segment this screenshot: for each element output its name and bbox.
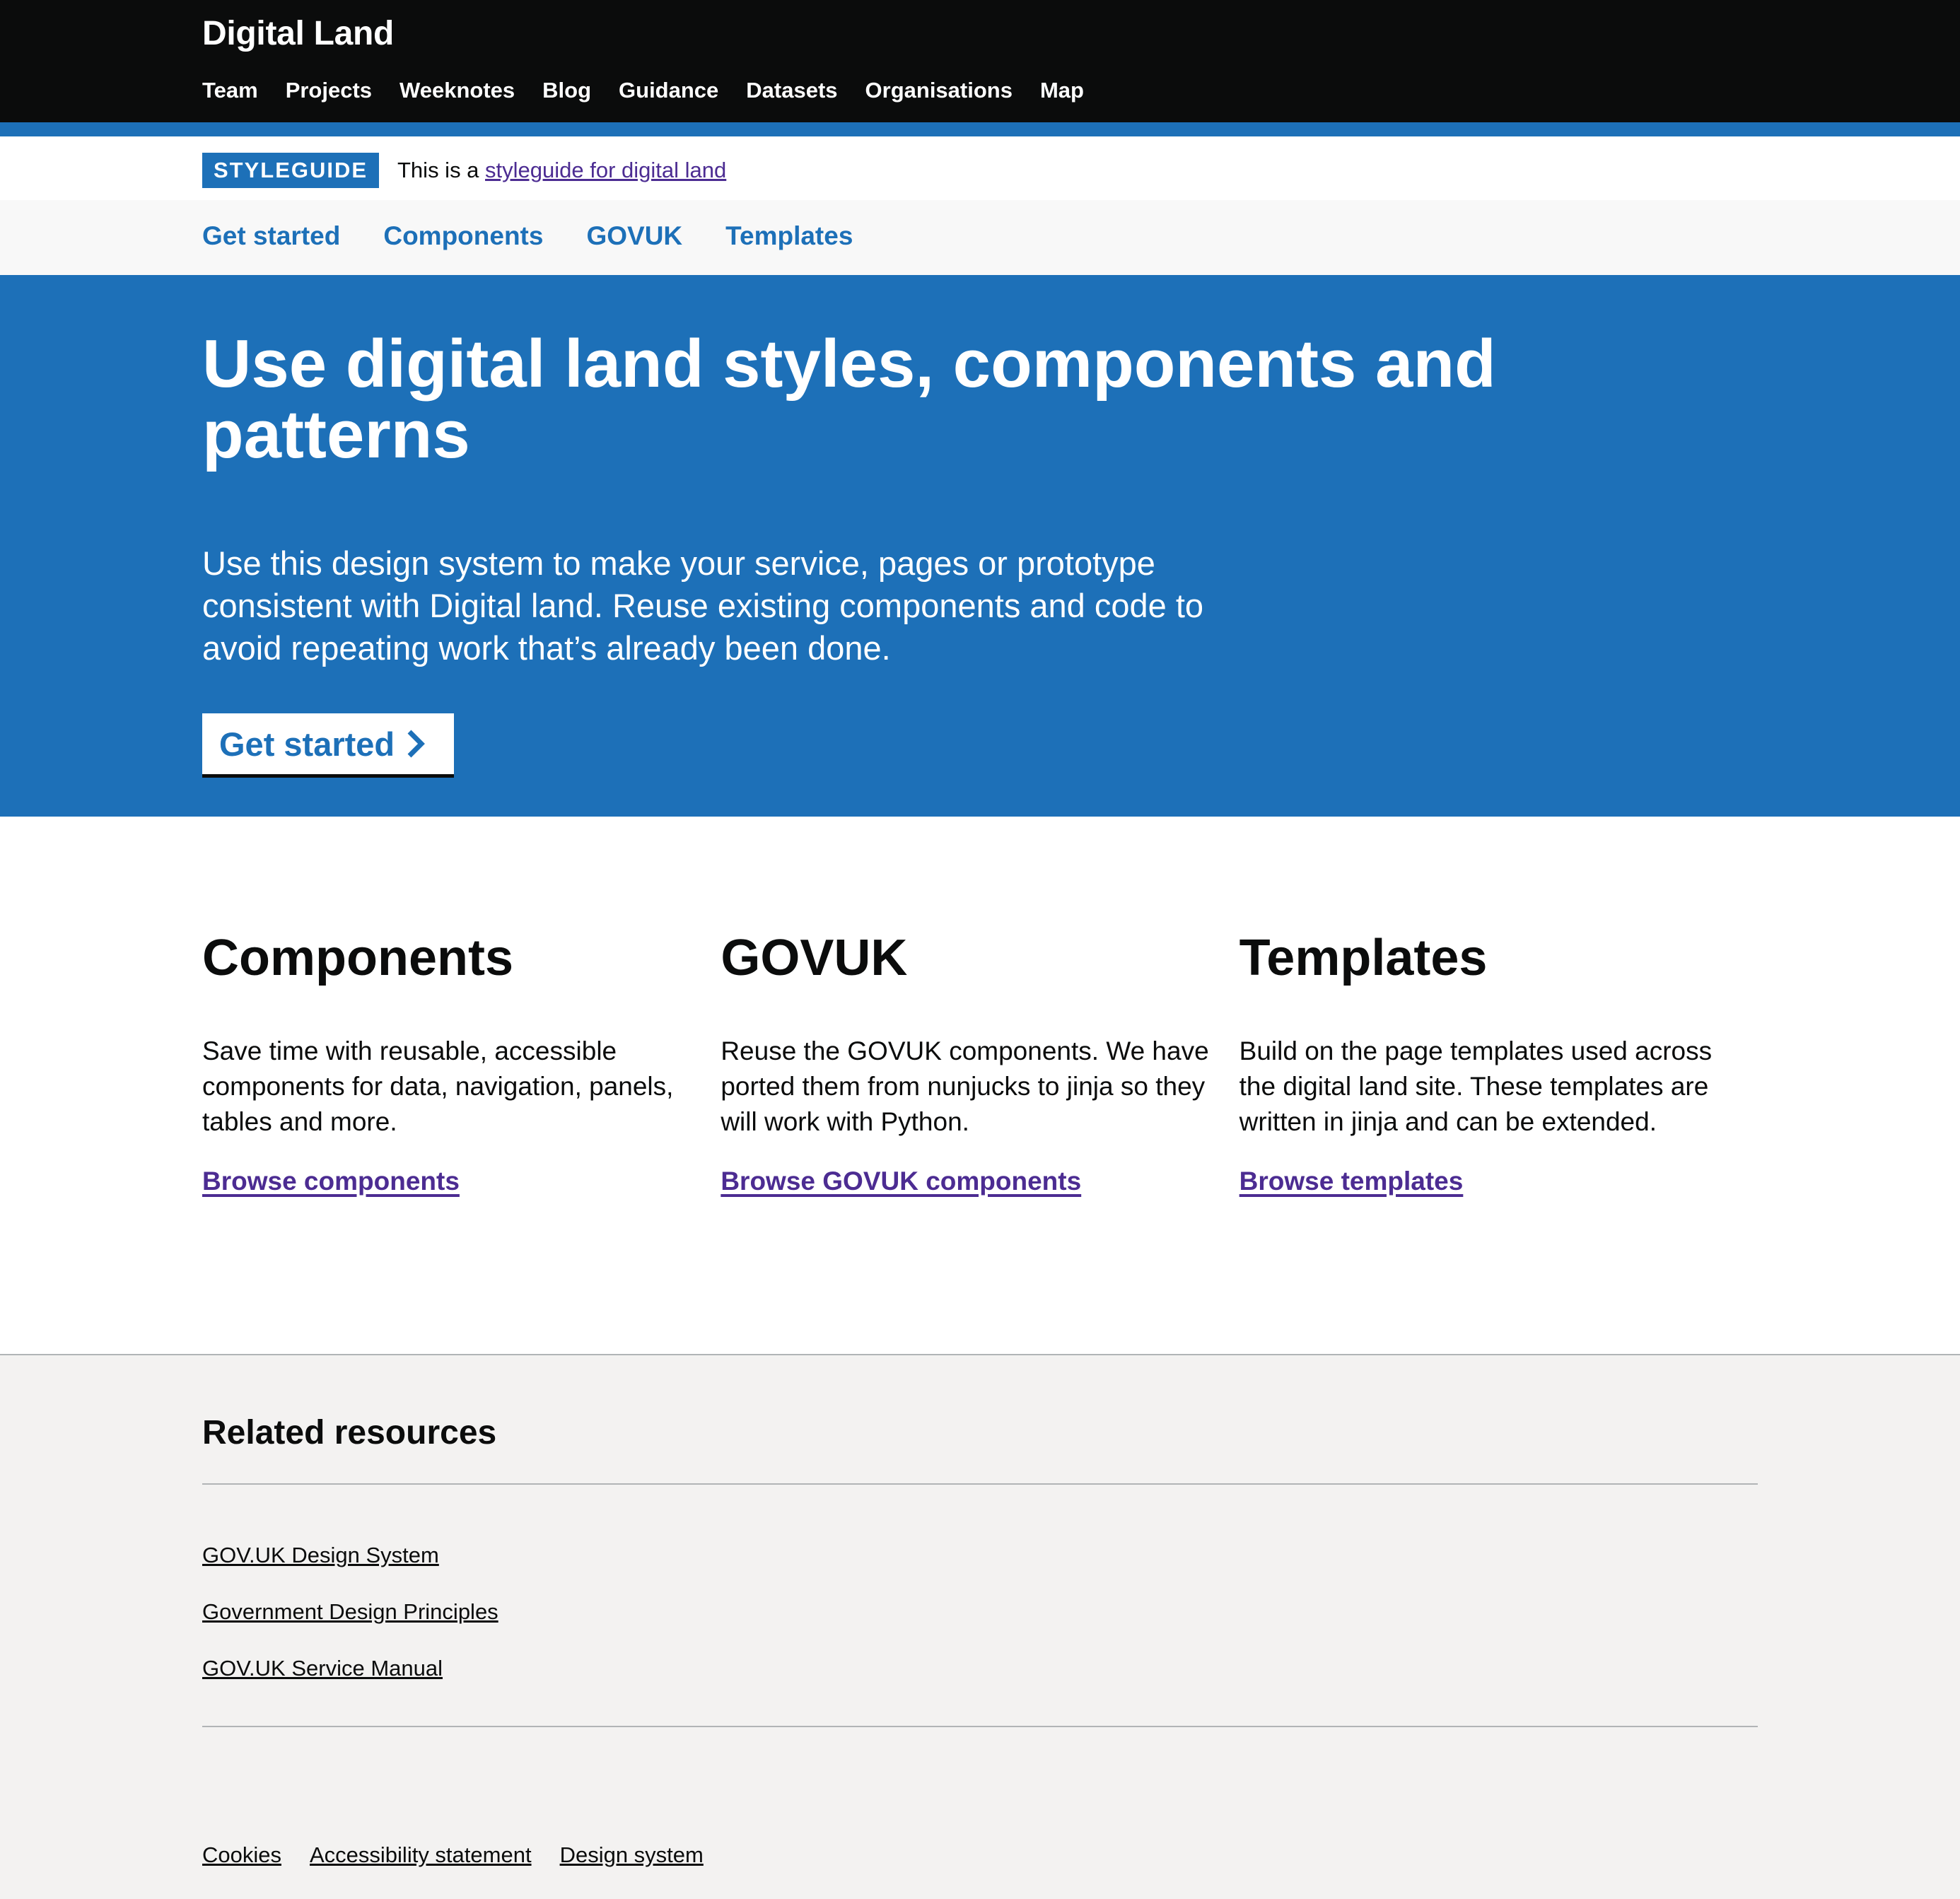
footer-divider bbox=[202, 1726, 1758, 1727]
card-govuk: GOVUK Reuse the GOVUK components. We hav… bbox=[721, 926, 1239, 1196]
browse-components-link[interactable]: Browse components bbox=[202, 1167, 460, 1196]
browse-govuk-components-link[interactable]: Browse GOVUK components bbox=[721, 1167, 1081, 1196]
nav-item-map[interactable]: Map bbox=[1040, 78, 1084, 103]
styleguide-subnav: Get started Components GOVUK Templates bbox=[0, 200, 1960, 275]
subnav-item-govuk[interactable]: GOVUK bbox=[586, 221, 682, 251]
get-started-button-label: Get started bbox=[219, 725, 395, 763]
subnav-item-components[interactable]: Components bbox=[383, 221, 543, 251]
get-started-button[interactable]: Get started bbox=[202, 713, 454, 774]
nav-item-organisations[interactable]: Organisations bbox=[865, 78, 1013, 103]
card-description: Build on the page templates used across … bbox=[1239, 1036, 1713, 1136]
nav-item-projects[interactable]: Projects bbox=[286, 78, 372, 103]
site-footer: Related resources GOV.UK Design System G… bbox=[0, 1354, 1960, 1899]
resource-link-government-design-principles[interactable]: Government Design Principles bbox=[202, 1598, 498, 1626]
footer-link-cookies[interactable]: Cookies bbox=[202, 1842, 281, 1868]
nav-item-datasets[interactable]: Datasets bbox=[746, 78, 837, 103]
site-header: Digital Land Team Projects Weeknotes Blo… bbox=[0, 0, 1960, 122]
card-title: Components bbox=[202, 930, 513, 986]
related-resources-list: GOV.UK Design System Government Design P… bbox=[202, 1541, 498, 1711]
related-resources-heading: Related resources bbox=[202, 1414, 497, 1451]
card-components: Components Save time with reusable, acce… bbox=[202, 926, 721, 1196]
nav-item-team[interactable]: Team bbox=[202, 78, 258, 103]
card-templates: Templates Build on the page templates us… bbox=[1239, 926, 1758, 1196]
banner-text: This is a styleguide for digital land bbox=[397, 156, 726, 185]
hero-section: Use digital land styles, components and … bbox=[0, 275, 1960, 817]
nav-item-guidance[interactable]: Guidance bbox=[619, 78, 718, 103]
styleguide-banner: STYLEGUIDE This is a styleguide for digi… bbox=[0, 136, 1960, 200]
site-brand-link[interactable]: Digital Land bbox=[202, 14, 394, 53]
nav-item-blog[interactable]: Blog bbox=[542, 78, 591, 103]
resource-link-govuk-design-system[interactable]: GOV.UK Design System bbox=[202, 1541, 498, 1570]
header-accent-strip bbox=[0, 122, 1960, 136]
browse-templates-link[interactable]: Browse templates bbox=[1239, 1167, 1464, 1196]
banner-text-prefix: This is a bbox=[397, 158, 486, 182]
footer-divider bbox=[202, 1483, 1758, 1485]
footer-link-design-system[interactable]: Design system bbox=[560, 1842, 704, 1868]
card-description: Reuse the GOVUK components. We have port… bbox=[721, 1036, 1209, 1136]
card-title: GOVUK bbox=[721, 930, 908, 986]
card-title: Templates bbox=[1239, 930, 1488, 986]
subnav-item-get-started[interactable]: Get started bbox=[202, 221, 340, 251]
styleguide-link[interactable]: styleguide for digital land bbox=[485, 158, 726, 182]
styleguide-tag: STYLEGUIDE bbox=[202, 153, 380, 188]
feature-cards: Components Save time with reusable, acce… bbox=[202, 926, 1758, 1196]
subnav-item-templates[interactable]: Templates bbox=[725, 221, 853, 251]
nav-item-weeknotes[interactable]: Weeknotes bbox=[399, 78, 515, 103]
resource-link-govuk-service-manual[interactable]: GOV.UK Service Manual bbox=[202, 1654, 498, 1683]
card-description: Save time with reusable, accessible comp… bbox=[202, 1036, 674, 1136]
hero-title: Use digital land styles, components and … bbox=[202, 326, 1496, 472]
hero-description: Use this design system to make your serv… bbox=[202, 544, 1204, 667]
footer-link-accessibility[interactable]: Accessibility statement bbox=[310, 1842, 532, 1868]
primary-nav: Team Projects Weeknotes Blog Guidance Da… bbox=[202, 78, 1112, 103]
chevron-right-icon bbox=[407, 730, 426, 758]
footer-meta-links: Cookies Accessibility statement Design s… bbox=[202, 1842, 732, 1868]
